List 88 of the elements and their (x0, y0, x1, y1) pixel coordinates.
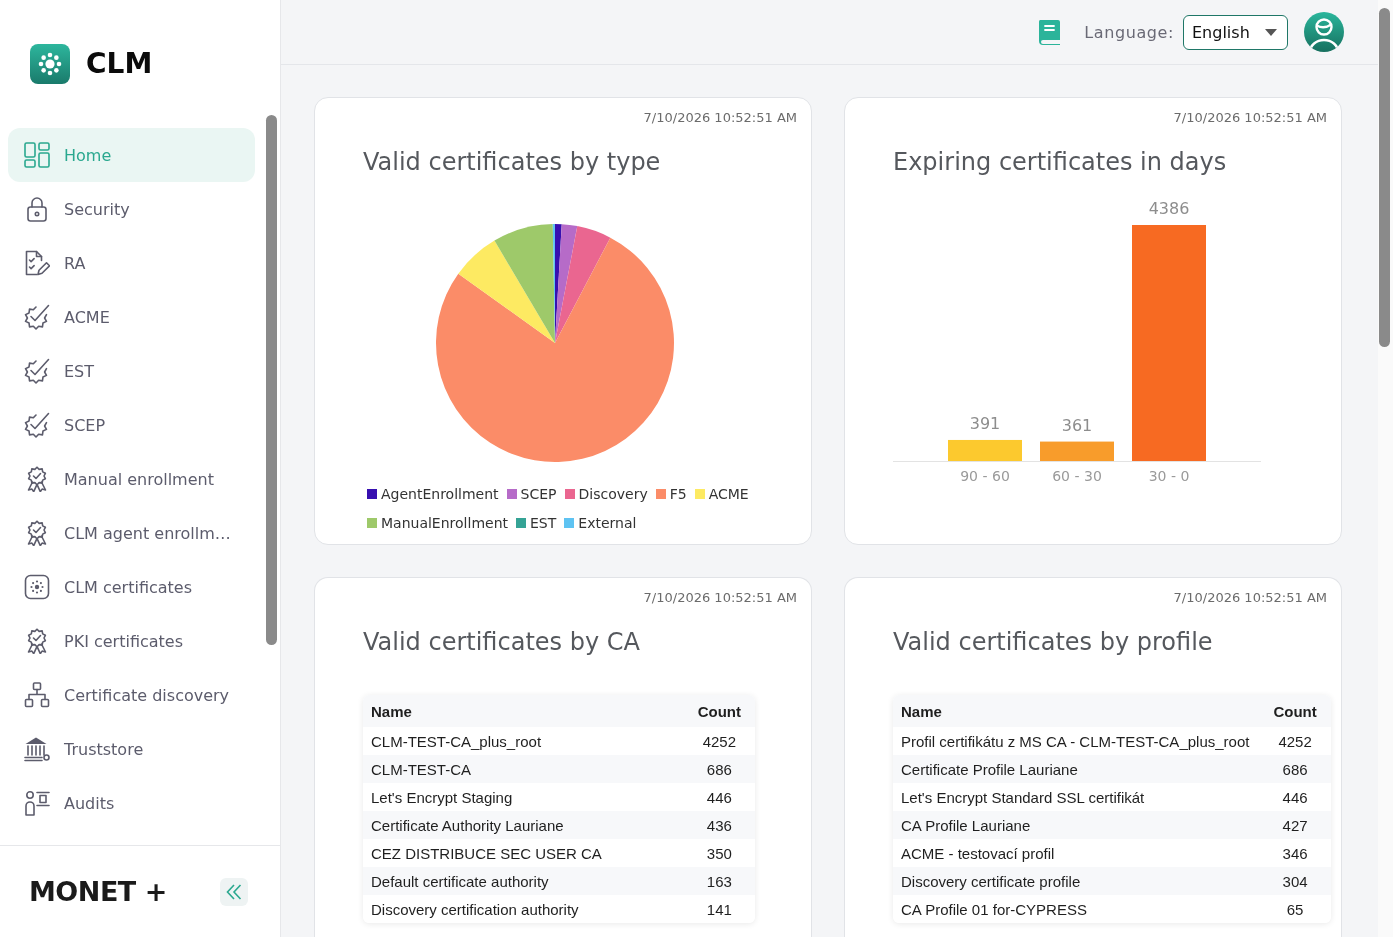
badge-check-icon (24, 358, 50, 384)
table-cell: 446 (1257, 783, 1331, 811)
bank-icon (24, 736, 50, 762)
logo-icon (30, 44, 70, 84)
brand-logo-text: MONET + (29, 875, 167, 908)
timestamp: 7/10/2026 10:52:51 AM (1173, 109, 1327, 127)
scrollbar-thumb[interactable] (266, 115, 277, 645)
table-cell: Let's Encrypt Standard SSL certifikát (893, 783, 1258, 811)
sidebar-item[interactable]: Audits (8, 776, 255, 830)
legend-label[interactable]: ACME (708, 485, 749, 503)
table-cell: Discovery certification authority (363, 895, 682, 923)
table-cell: 350 (681, 839, 755, 867)
sidebar-item[interactable]: PKI certificates (8, 614, 255, 668)
timestamp: 7/10/2026 10:52:51 AM (643, 109, 797, 127)
axis-label: 60 - 30 (1052, 468, 1102, 484)
sidebar-item[interactable]: Security (8, 182, 255, 236)
sidebar-item[interactable]: Certificate discovery (8, 668, 255, 722)
table-cell: 686 (681, 755, 755, 783)
double-chevron-left-icon (226, 883, 242, 900)
axis-label: 30 - 0 (1148, 468, 1190, 484)
data-label: 391 (969, 413, 1001, 433)
table-cell: CLM-TEST-CA (363, 755, 682, 783)
card-title: Valid certificates by profile (893, 627, 1214, 657)
legend-label[interactable]: EST (530, 514, 557, 532)
table-cell: Let's Encrypt Staging (363, 783, 682, 811)
sidebar-item[interactable]: ACME (8, 290, 255, 344)
table-cell: Certificate Profile Lauriane (893, 755, 1258, 783)
legend-label[interactable]: SCEP (520, 485, 557, 503)
table-cell: CA Profile 01 for-CYPRESS (893, 895, 1258, 923)
sidebar-item[interactable]: EST (8, 344, 255, 398)
legend-label[interactable]: External (578, 514, 637, 532)
person-list-icon (24, 790, 50, 816)
dots-square-icon (24, 574, 50, 600)
axis-label: 90 - 60 (960, 468, 1010, 484)
document-check-icon (24, 250, 50, 276)
legend-label[interactable]: F5 (669, 485, 687, 503)
table-cell: Default certificate authority (363, 867, 682, 895)
table-cell: 141 (681, 895, 755, 923)
timestamp: 7/10/2026 10:52:51 AM (1173, 589, 1327, 607)
card-title: Valid certificates by CA (363, 627, 641, 657)
table-cell: ACME - testovací profil (893, 839, 1258, 867)
scrollbar-thumb[interactable] (1379, 8, 1390, 347)
table-cell: CA Profile Lauriane (893, 811, 1258, 839)
sidebar-item[interactable]: SCEP (8, 398, 255, 452)
card-title: Valid certificates by type (363, 147, 662, 177)
language-select[interactable]: English (1183, 14, 1288, 50)
data-label: 4386 (1148, 199, 1190, 218)
lock-icon (24, 196, 50, 222)
book-icon[interactable] (1037, 19, 1062, 45)
logo-text: CLM (86, 47, 153, 81)
legend-label[interactable]: ManualEnrollment (381, 514, 508, 532)
data-label: 361 (1061, 415, 1093, 435)
sidebar-item[interactable]: RA (8, 236, 255, 290)
dashboard-icon (24, 142, 50, 168)
sidebar-item[interactable]: Manual enrollment (8, 452, 255, 506)
table-cell: 4252 (681, 727, 755, 755)
table-cell: CLM-TEST-CA_plus_root (363, 727, 682, 755)
table-cell: 346 (1257, 839, 1331, 867)
sidebar-item[interactable]: CLM agent enrollm… (8, 506, 255, 560)
collapse-button[interactable] (220, 877, 248, 906)
table-cell: 163 (681, 867, 755, 895)
table-cell: 446 (681, 783, 755, 811)
sidebar-item[interactable]: Truststore (8, 722, 255, 776)
language-label: Language: (1084, 22, 1174, 42)
table-header-cell: Count (681, 695, 755, 727)
legend-label[interactable]: Discovery (578, 485, 648, 503)
avatar-icon[interactable] (1304, 12, 1344, 52)
network-icon (24, 682, 50, 708)
timestamp: 7/10/2026 10:52:51 AM (643, 589, 797, 607)
caret-icon (1265, 28, 1277, 36)
badge-check-icon (24, 412, 50, 438)
legend-label[interactable]: AgentEnrollment (381, 485, 499, 503)
table-cell: 304 (1257, 867, 1331, 895)
sidebar-item[interactable]: CLM certificates (8, 560, 255, 614)
table-header-cell: Name (363, 695, 682, 727)
card-title: Expiring certificates in days (893, 147, 1228, 177)
table-cell: Certificate Authority Lauriane (363, 811, 682, 839)
table-header-cell: Count (1257, 695, 1331, 727)
table-cell: CEZ DISTRIBUCE SEC USER CA (363, 839, 682, 867)
table-cell: Profil certifikátu z MS CA - CLM-TEST-CA_plus_root (893, 727, 1258, 755)
table-cell: 4252 (1257, 727, 1331, 755)
table-header-cell: Name (893, 695, 1258, 727)
table-cell: 427 (1257, 811, 1331, 839)
table-cell: 686 (1257, 755, 1331, 783)
badge-check-icon (24, 304, 50, 330)
table-cell: 436 (681, 811, 755, 839)
table-cell: 65 (1257, 895, 1331, 923)
table-cell: Discovery certificate profile (893, 867, 1258, 895)
